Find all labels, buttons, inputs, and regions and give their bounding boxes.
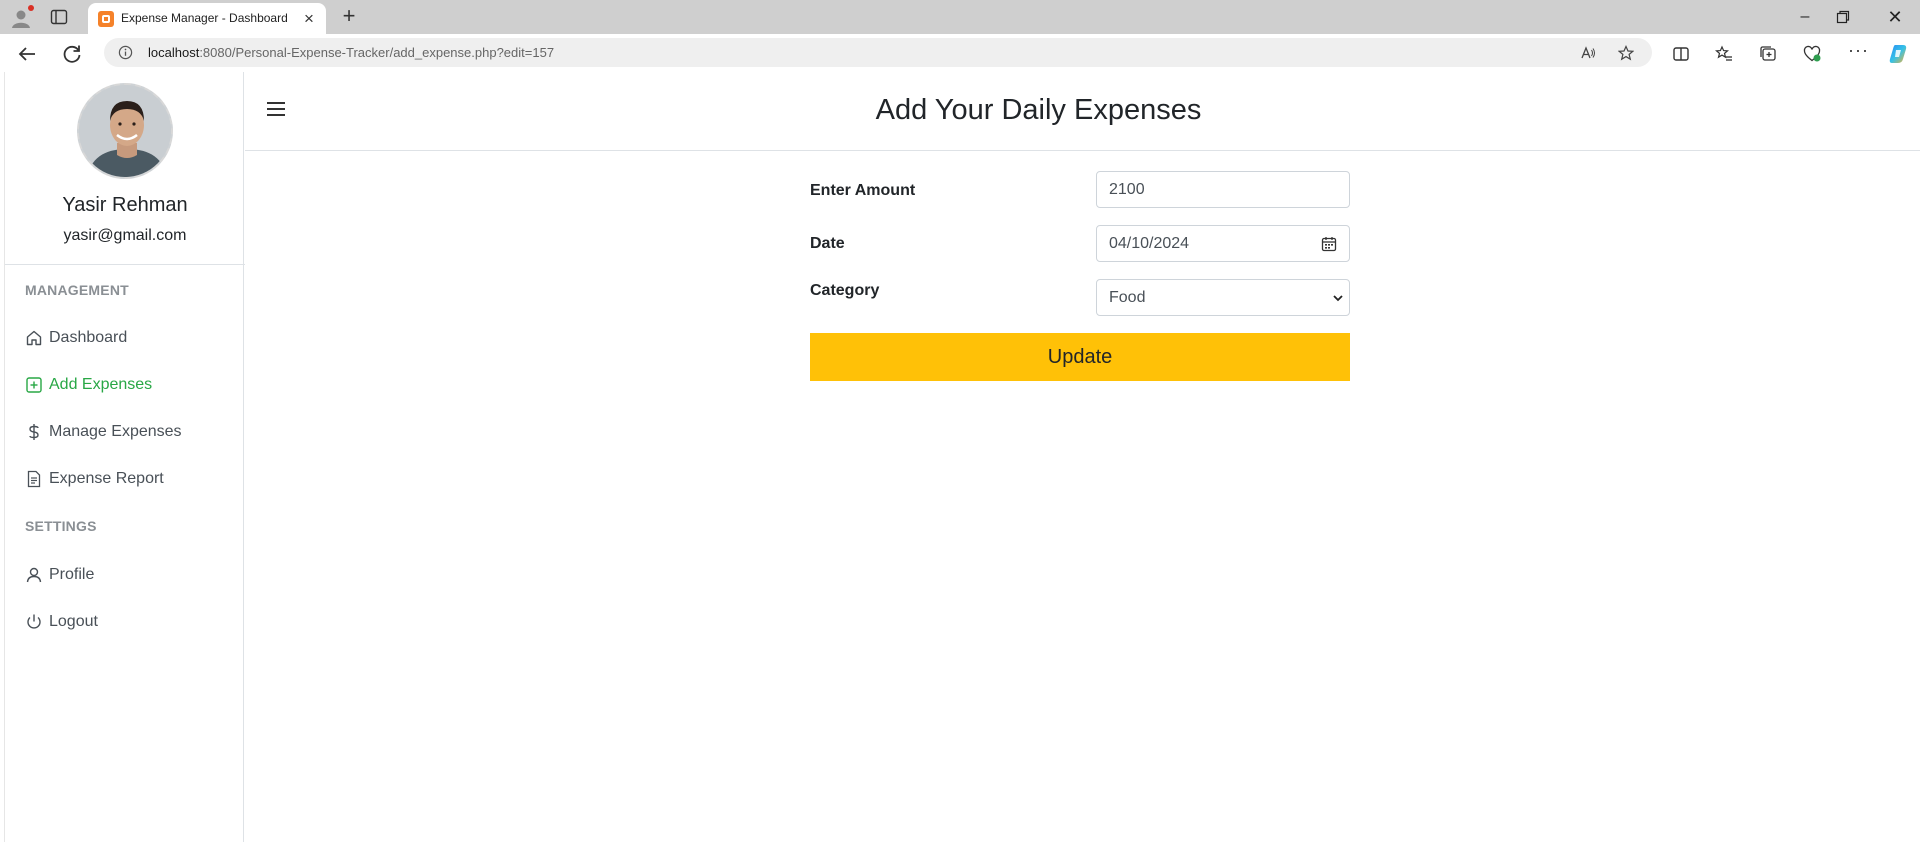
browser-essentials-icon[interactable] [1803, 45, 1821, 63]
site-favicon-icon [98, 11, 114, 27]
collections-icon[interactable] [1759, 45, 1777, 63]
category-select[interactable]: Food [1096, 279, 1350, 316]
section-title-settings: SETTINGS [25, 518, 97, 534]
sidebar-item-logout[interactable]: Logout [25, 610, 98, 634]
sidebar: Yasir Rehman yasir@gmail.com MANAGEMENT … [4, 72, 245, 842]
user-photo-icon [79, 85, 171, 177]
category-value: Food [1109, 288, 1146, 306]
amount-value: 2100 [1109, 180, 1145, 198]
url-path: :8080/Personal-Expense-Tracker/add_expen… [199, 45, 555, 60]
back-icon[interactable] [15, 42, 39, 66]
house-icon [26, 330, 42, 346]
date-input[interactable]: 04/10/2024 [1096, 225, 1350, 262]
sidebar-item-label: Manage Expenses [49, 423, 182, 440]
browser-tab-active[interactable]: Expense Manager - Dashboard × [88, 3, 326, 34]
notification-dot [28, 5, 34, 11]
page-header: Add Your Daily Expenses [245, 72, 1920, 151]
refresh-icon[interactable] [60, 42, 84, 66]
sidebar-item-add-expenses[interactable]: Add Expenses [25, 373, 152, 397]
close-window-icon[interactable]: ✕ [1880, 5, 1910, 29]
category-label: Category [810, 282, 880, 299]
read-aloud-icon[interactable] [1580, 45, 1596, 61]
sidebar-item-profile[interactable]: Profile [25, 563, 94, 587]
sidebar-item-manage-expenses[interactable]: Manage Expenses [25, 420, 182, 444]
plus-icon[interactable]: + [338, 5, 360, 28]
plus-square-icon [26, 377, 42, 393]
close-icon[interactable]: × [300, 10, 318, 28]
page-title: Add Your Daily Expenses [875, 94, 1202, 126]
dollar-icon [29, 424, 39, 440]
sidebar-item-expense-report[interactable]: Expense Report [25, 467, 164, 491]
sidebar-item-label: Expense Report [49, 470, 164, 487]
user-name: Yasir Rehman [62, 194, 188, 216]
document-icon [27, 470, 41, 488]
date-label: Date [810, 235, 845, 252]
sidebar-item-label: Profile [49, 566, 95, 583]
more-icon[interactable]: ··· [1848, 40, 1868, 60]
person-icon [26, 567, 42, 583]
minimize-icon[interactable]: – [1790, 5, 1820, 29]
user-email: yasir@gmail.com [63, 227, 187, 244]
sidebar-divider [5, 264, 245, 265]
calendar-icon[interactable] [1321, 236, 1337, 252]
amount-label: Enter Amount [810, 182, 916, 199]
power-icon [27, 614, 41, 629]
favorite-star-icon[interactable] [1618, 45, 1634, 61]
url-text[interactable]: localhost:8080/Personal-Expense-Tracker/… [148, 45, 554, 60]
favorites-icon[interactable] [1715, 45, 1733, 63]
amount-input[interactable]: 2100 [1096, 171, 1350, 208]
tab-title: Expense Manager - Dashboard [121, 11, 288, 25]
date-value: 04/10/2024 [1109, 234, 1190, 252]
avatar [77, 83, 173, 179]
info-icon[interactable] [118, 45, 133, 60]
browser-tab-strip: Expense Manager - Dashboard × + – ✕ [0, 0, 1920, 34]
url-host: localhost [148, 45, 200, 60]
section-title-management: MANAGEMENT [25, 282, 129, 298]
browser-toolbar: localhost:8080/Personal-Expense-Tracker/… [0, 34, 1920, 72]
main-content: Add Your Daily Expenses Enter Amount 210… [245, 72, 1920, 842]
split-screen-icon[interactable] [1672, 45, 1690, 63]
sidebar-item-label: Logout [49, 613, 98, 630]
sidebar-item-label: Add Expenses [49, 376, 153, 393]
sidebar-item-dashboard[interactable]: Dashboard [25, 326, 127, 350]
address-bar[interactable]: localhost:8080/Personal-Expense-Tracker/… [104, 38, 1652, 67]
chevron-down-icon [1333, 295, 1343, 302]
copilot-icon[interactable] [1888, 43, 1910, 65]
sidebar-item-label: Dashboard [49, 329, 128, 346]
update-button[interactable]: Update [810, 333, 1350, 381]
restore-icon[interactable] [1836, 10, 1850, 24]
tabs-icon[interactable] [50, 8, 68, 26]
